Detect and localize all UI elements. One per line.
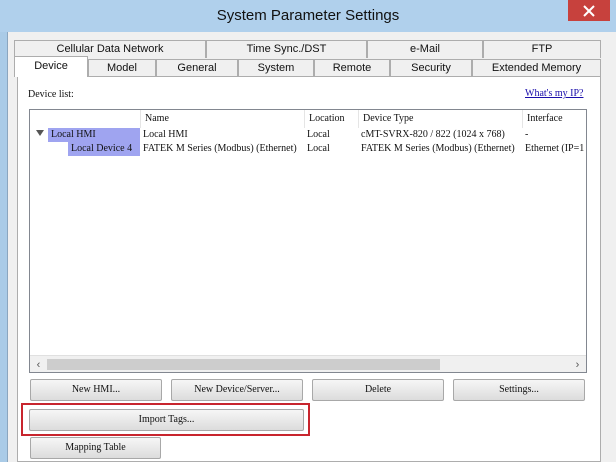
tab-ftp[interactable]: FTP	[483, 40, 601, 58]
tab-device[interactable]: Device	[14, 56, 88, 77]
scroll-left-icon[interactable]: ‹	[30, 356, 47, 372]
tree-node-local-device-4[interactable]: Local Device 4	[68, 142, 140, 156]
column-header-name[interactable]: Name	[140, 110, 304, 128]
tree-node-local-hmi[interactable]: Local HMI	[48, 128, 140, 142]
tab-general[interactable]: General	[156, 59, 238, 77]
device-list[interactable]: Name Location Device Type Interface Loca…	[29, 109, 587, 373]
column-header-location[interactable]: Location	[304, 110, 358, 128]
cell-interface: Ethernet (IP=1	[525, 143, 585, 154]
horizontal-scrollbar[interactable]: ‹ ›	[30, 355, 586, 372]
device-list-label: Device list:	[28, 89, 74, 100]
tree-row-local-device-4[interactable]: Local Device 4 FATEK M Series (Modbus) (…	[30, 142, 586, 156]
tab-remote[interactable]: Remote	[314, 59, 390, 77]
tab-email[interactable]: e-Mail	[367, 40, 483, 58]
tree-expander-icon[interactable]	[36, 130, 44, 136]
tab-model[interactable]: Model	[88, 59, 156, 77]
settings-button[interactable]: Settings...	[453, 379, 585, 401]
cell-interface: -	[525, 129, 529, 140]
scrollbar-thumb[interactable]	[47, 359, 440, 370]
close-button[interactable]	[568, 0, 610, 21]
cell-name: FATEK M Series (Modbus) (Ethernet)	[143, 143, 297, 154]
close-icon	[583, 4, 595, 17]
scroll-right-icon[interactable]: ›	[569, 356, 586, 372]
column-header-device-type[interactable]: Device Type	[358, 110, 522, 128]
new-device-server-button[interactable]: New Device/Server...	[171, 379, 303, 401]
import-tags-highlight	[21, 403, 310, 436]
cell-location: Local	[307, 129, 330, 140]
cell-device-type: cMT-SVRX-820 / 822 (1024 x 768)	[361, 129, 505, 140]
delete-button[interactable]: Delete	[312, 379, 444, 401]
tree-row-local-hmi[interactable]: Local HMI Local HMI Local cMT-SVRX-820 /…	[30, 128, 586, 142]
tab-system[interactable]: System	[238, 59, 314, 77]
tab-time-sync-dst[interactable]: Time Sync./DST	[206, 40, 367, 58]
new-hmi-button[interactable]: New HMI...	[30, 379, 162, 401]
tab-extended-memory[interactable]: Extended Memory	[472, 59, 601, 77]
window-title: System Parameter Settings	[216, 7, 400, 24]
cell-device-type: FATEK M Series (Modbus) (Ethernet)	[361, 143, 515, 154]
cell-location: Local	[307, 143, 330, 154]
title-bar: System Parameter Settings	[0, 0, 616, 32]
cell-name: Local HMI	[143, 129, 188, 140]
device-list-header: Name Location Device Type Interface	[30, 110, 586, 128]
tab-security[interactable]: Security	[390, 59, 472, 77]
whats-my-ip-link[interactable]: What's my IP?	[525, 88, 583, 99]
mapping-table-button[interactable]: Mapping Table	[30, 437, 161, 459]
column-header-interface[interactable]: Interface	[522, 110, 586, 128]
